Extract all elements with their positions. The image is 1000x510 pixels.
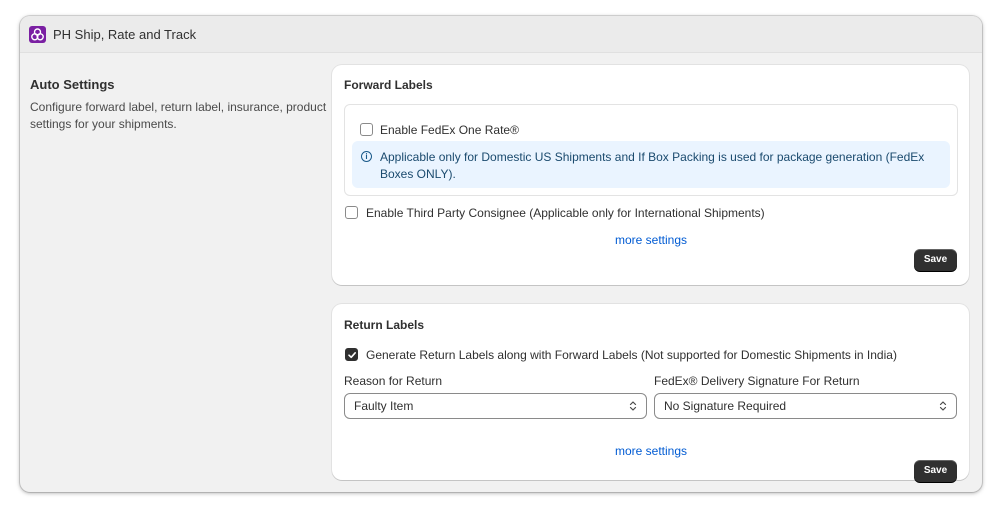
generate-return-labels-checkbox[interactable]: [345, 348, 358, 361]
info-text: Applicable only for Domestic US Shipment…: [380, 150, 925, 181]
reason-for-return-value: Faulty Item: [354, 399, 414, 413]
forward-more-settings-link[interactable]: more settings: [615, 233, 687, 247]
reason-for-return-label: Reason for Return: [344, 374, 443, 388]
delivery-signature-value: No Signature Required: [664, 399, 787, 413]
generate-return-labels-label: Generate Return Labels along with Forwar…: [366, 348, 897, 362]
fedex-one-rate-box: Enable FedEx One Rate® i Applicable only…: [344, 104, 958, 196]
return-save-button[interactable]: Save: [914, 460, 957, 482]
return-labels-title: Return Labels: [344, 318, 425, 332]
forward-save-button[interactable]: Save: [914, 249, 957, 271]
checkmark-icon: [348, 352, 356, 359]
return-labels-card: Return Labels Generate Return Labels alo…: [332, 304, 969, 482]
section-description: Configure forward label, return label, i…: [30, 100, 327, 131]
fedex-one-rate-label: Enable FedEx One Rate®: [380, 123, 519, 137]
info-icon: i: [361, 151, 372, 162]
third-party-consignee-label: Enable Third Party Consignee (Applicable…: [366, 206, 765, 220]
return-more-settings-link[interactable]: more settings: [615, 444, 687, 458]
app-window: PH Ship, Rate and Track Auto Settings Co…: [20, 16, 982, 492]
section-heading: Auto Settings: [30, 77, 115, 92]
delivery-signature-label: FedEx® Delivery Signature For Return: [654, 374, 860, 388]
app-title: PH Ship, Rate and Track: [53, 27, 197, 42]
reason-for-return-select[interactable]: Faulty Item: [344, 393, 647, 419]
forward-labels-title: Forward Labels: [344, 78, 433, 92]
info-banner: i Applicable only for Domestic US Shipme…: [352, 141, 950, 188]
select-chevron-icon: [939, 401, 947, 411]
delivery-signature-select[interactable]: No Signature Required: [654, 393, 957, 419]
third-party-consignee-checkbox[interactable]: [345, 206, 358, 219]
fedex-one-rate-checkbox[interactable]: [360, 123, 373, 136]
app-logo-icon: [29, 26, 46, 43]
forward-labels-card: Forward Labels Enable FedEx One Rate® i …: [332, 65, 969, 285]
select-chevron-icon: [629, 401, 637, 411]
title-bar: PH Ship, Rate and Track: [20, 16, 982, 53]
